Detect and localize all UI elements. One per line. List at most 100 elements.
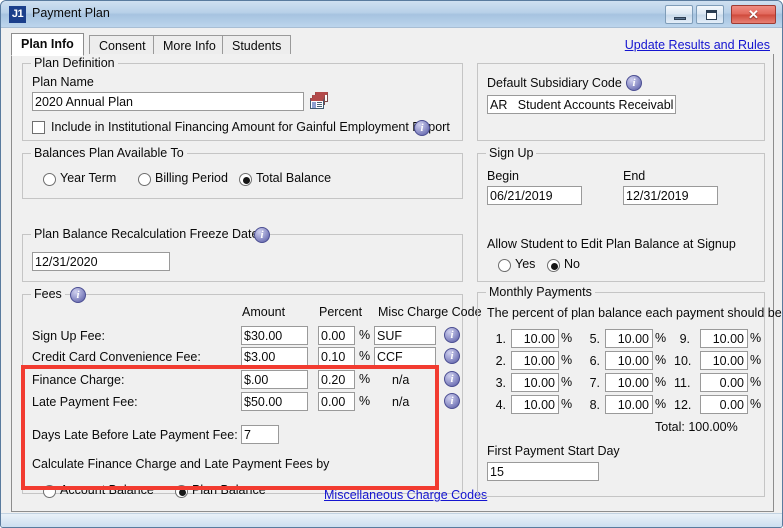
- plan-name-lookup-icon[interactable]: [310, 92, 328, 109]
- tab-more-info[interactable]: More Info: [153, 35, 226, 55]
- radio-account-balance-label: Account Balance: [60, 483, 154, 497]
- mp-num-5: 5.: [584, 332, 600, 346]
- subsidiary-code-input[interactable]: [487, 95, 676, 114]
- mp-num-11: 11.: [674, 376, 690, 390]
- gainful-employment-info-icon[interactable]: [414, 120, 430, 136]
- fee-label-finance-charge: Finance Charge:: [32, 373, 124, 387]
- plan-info-panel: Plan Definition Plan Name Include in Ins…: [11, 54, 774, 512]
- miscellaneous-charge-codes-link[interactable]: Miscellaneous Charge Codes: [324, 488, 487, 502]
- mp-num-10: 10.: [674, 354, 690, 368]
- mp-num-2: 2.: [490, 354, 506, 368]
- fee-amount-late-payment[interactable]: [241, 392, 308, 411]
- radio-billing-period-label: Billing Period: [155, 171, 228, 185]
- percent-sign: %: [561, 375, 572, 389]
- mp-num-4: 4.: [490, 398, 506, 412]
- subsidiary-group: Default Subsidiary Code: [477, 63, 765, 141]
- tab-plan-info[interactable]: Plan Info: [11, 33, 84, 56]
- close-icon: ✕: [732, 6, 775, 23]
- app-icon: J1: [9, 6, 26, 23]
- tab-students[interactable]: Students: [222, 35, 291, 55]
- checkbox-box: [32, 121, 45, 134]
- radio-total-balance-label: Total Balance: [256, 171, 331, 185]
- minimize-button[interactable]: [665, 5, 693, 24]
- mp-input-11[interactable]: [700, 373, 748, 392]
- percent-sign: %: [359, 349, 370, 363]
- monthly-payments-label: Monthly Payments: [486, 285, 595, 299]
- fee-label-sign-up: Sign Up Fee:: [32, 329, 105, 343]
- percent-sign: %: [359, 394, 370, 408]
- fees-label: Fees: [31, 287, 65, 301]
- percent-sign: %: [655, 331, 666, 345]
- fee-misc-code-credit-card[interactable]: [374, 347, 436, 366]
- mp-num-9: 9.: [674, 332, 690, 346]
- fees-group: Fees Amount Percent Misc Charge Code Sig…: [22, 294, 463, 494]
- percent-sign: %: [359, 328, 370, 342]
- fee-percent-late-payment[interactable]: [318, 392, 355, 411]
- radio-allow-edit-yes-label: Yes: [515, 257, 535, 271]
- percent-sign: %: [655, 397, 666, 411]
- first-payment-start-day-input[interactable]: [487, 462, 599, 481]
- mp-num-12: 12.: [674, 398, 690, 412]
- signup-begin-input[interactable]: [487, 186, 582, 205]
- mp-input-7[interactable]: [605, 373, 653, 392]
- fee-misc-code-finance-charge: n/a: [392, 373, 409, 387]
- calculate-by-label: Calculate Finance Charge and Late Paymen…: [32, 457, 329, 471]
- mp-num-3: 3.: [490, 376, 506, 390]
- update-results-and-rules-link[interactable]: Update Results and Rules: [625, 38, 770, 52]
- fee-percent-finance-charge[interactable]: [318, 370, 355, 389]
- percent-sign: %: [561, 353, 572, 367]
- fee-amount-credit-card[interactable]: [241, 347, 308, 366]
- fee-amount-sign-up[interactable]: [241, 326, 308, 345]
- fee-percent-sign-up[interactable]: [318, 326, 355, 345]
- close-button[interactable]: ✕: [731, 5, 776, 24]
- radio-dot-selected: [239, 173, 252, 186]
- mp-input-8[interactable]: [605, 395, 653, 414]
- subsidiary-info-icon[interactable]: [626, 75, 642, 91]
- mp-num-8: 8.: [584, 398, 600, 412]
- signup-end-label: End: [623, 169, 645, 183]
- percent-sign: %: [655, 375, 666, 389]
- mp-input-9[interactable]: [700, 329, 748, 348]
- minimize-icon: [674, 17, 686, 20]
- plan-name-input[interactable]: [32, 92, 304, 111]
- fee-info-icon-late-payment[interactable]: [444, 393, 460, 409]
- fee-percent-credit-card[interactable]: [318, 347, 355, 366]
- freeze-date-input[interactable]: [32, 252, 170, 271]
- signup-end-input[interactable]: [623, 186, 718, 205]
- window-title: Payment Plan: [32, 6, 110, 20]
- balances-available-label: Balances Plan Available To: [31, 146, 187, 160]
- mp-input-6[interactable]: [605, 351, 653, 370]
- plan-definition-group: Plan Definition Plan Name Include in Ins…: [22, 63, 463, 141]
- plan-definition-label: Plan Definition: [31, 56, 118, 70]
- percent-sign: %: [359, 372, 370, 386]
- fees-info-icon[interactable]: [70, 287, 86, 303]
- radio-dot-selected: [547, 259, 560, 272]
- tab-consent[interactable]: Consent: [89, 35, 156, 55]
- mp-input-3[interactable]: [511, 373, 559, 392]
- radio-dot-selected: [175, 485, 188, 498]
- freeze-date-info-icon[interactable]: [254, 227, 270, 243]
- monthly-payments-total: Total: 100.00%: [655, 420, 738, 434]
- fee-info-icon-sign-up[interactable]: [444, 327, 460, 343]
- mp-input-2[interactable]: [511, 351, 559, 370]
- mp-input-4[interactable]: [511, 395, 559, 414]
- days-late-input[interactable]: [241, 425, 279, 444]
- fee-label-late-payment: Late Payment Fee:: [32, 395, 138, 409]
- mp-input-10[interactable]: [700, 351, 748, 370]
- fee-amount-finance-charge[interactable]: [241, 370, 308, 389]
- freeze-date-group: Plan Balance Recalculation Freeze Date: [22, 234, 463, 282]
- percent-sign: %: [561, 331, 572, 345]
- mp-input-5[interactable]: [605, 329, 653, 348]
- mp-input-1[interactable]: [511, 329, 559, 348]
- percent-sign: %: [750, 353, 761, 367]
- signup-group: Sign Up Begin End Allow Student to Edit …: [477, 153, 765, 282]
- percent-sign: %: [750, 331, 761, 345]
- fee-misc-code-sign-up[interactable]: [374, 326, 436, 345]
- mp-input-12[interactable]: [700, 395, 748, 414]
- allow-edit-balance-label: Allow Student to Edit Plan Balance at Si…: [487, 237, 736, 251]
- fees-col-misc: Misc Charge Code: [378, 305, 482, 319]
- maximize-button[interactable]: [696, 5, 724, 24]
- fee-info-icon-credit-card[interactable]: [444, 348, 460, 364]
- fees-col-percent: Percent: [319, 305, 362, 319]
- fee-info-icon-finance-charge[interactable]: [444, 371, 460, 387]
